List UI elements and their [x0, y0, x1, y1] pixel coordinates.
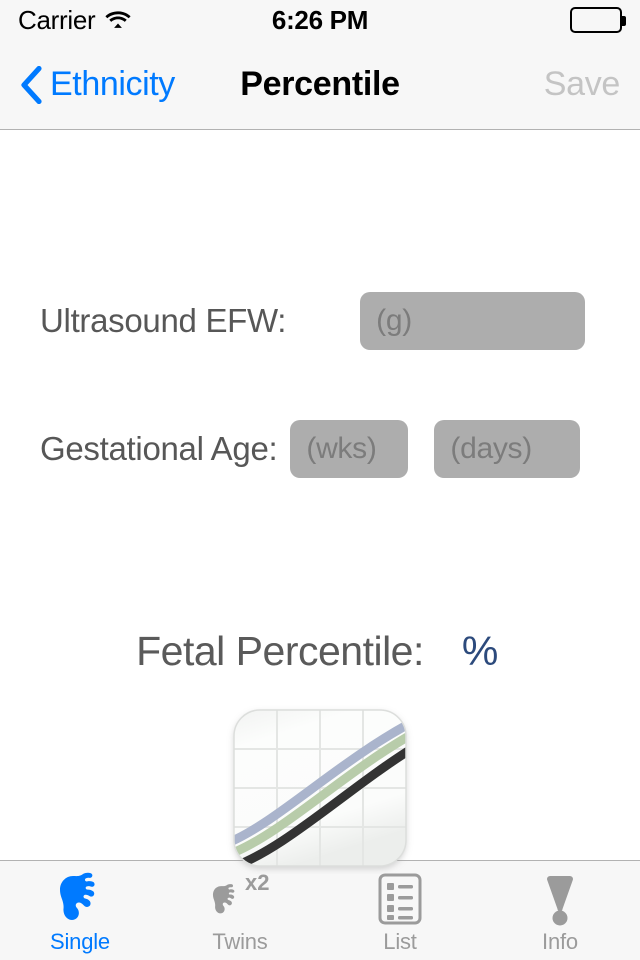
exclamation-icon [540, 871, 580, 927]
app-screen: Carrier 6:26 PM Ethnicity Percentile Sav… [0, 0, 640, 960]
efw-row: Ultrasound EFW: [0, 292, 640, 350]
tab-info[interactable]: Info [480, 861, 640, 960]
growth-chart-icon[interactable] [220, 702, 420, 874]
tab-single-label: Single [50, 928, 110, 954]
gestational-age-weeks-input[interactable] [290, 420, 409, 478]
chevron-left-icon [20, 65, 42, 104]
fetus-x2-icon: x2 [208, 871, 272, 927]
battery-full-icon [570, 7, 626, 33]
wifi-icon [105, 10, 131, 30]
tab-twins-label: Twins [212, 928, 268, 954]
navigation-bar: Ethnicity Percentile Save [0, 40, 640, 130]
tab-list[interactable]: List [320, 861, 480, 960]
fetal-percentile-label: Fetal Percentile: [136, 628, 424, 674]
fetal-percentile-value: % [461, 628, 498, 674]
gestational-age-label: Gestational Age: [40, 430, 278, 467]
efw-input[interactable] [360, 292, 586, 350]
tab-twins[interactable]: x2 Twins [160, 861, 320, 960]
fetal-percentile-result: Fetal Percentile: % [0, 628, 640, 675]
tab-info-label: Info [542, 928, 578, 954]
tab-single[interactable]: Single [0, 861, 160, 960]
gestational-age-row: Gestational Age: [0, 420, 640, 478]
fetus-icon [52, 871, 108, 927]
tab-list-label: List [383, 928, 417, 954]
list-document-icon [375, 871, 425, 927]
tab-bar: Single x2 Twins List Info [0, 860, 640, 960]
svg-text:x2: x2 [245, 871, 269, 895]
status-bar-right [570, 7, 626, 33]
gestational-age-days-input[interactable] [434, 420, 581, 478]
main-content: Ultrasound EFW: Gestational Age: Fetal P… [0, 130, 640, 867]
efw-label: Ultrasound EFW: [40, 302, 287, 339]
status-bar-left: Carrier [18, 5, 131, 36]
status-bar: Carrier 6:26 PM [0, 0, 640, 40]
back-button[interactable]: Ethnicity [20, 65, 175, 104]
carrier-label: Carrier [18, 4, 96, 35]
save-button[interactable]: Save [544, 65, 621, 104]
back-button-label: Ethnicity [50, 65, 175, 103]
